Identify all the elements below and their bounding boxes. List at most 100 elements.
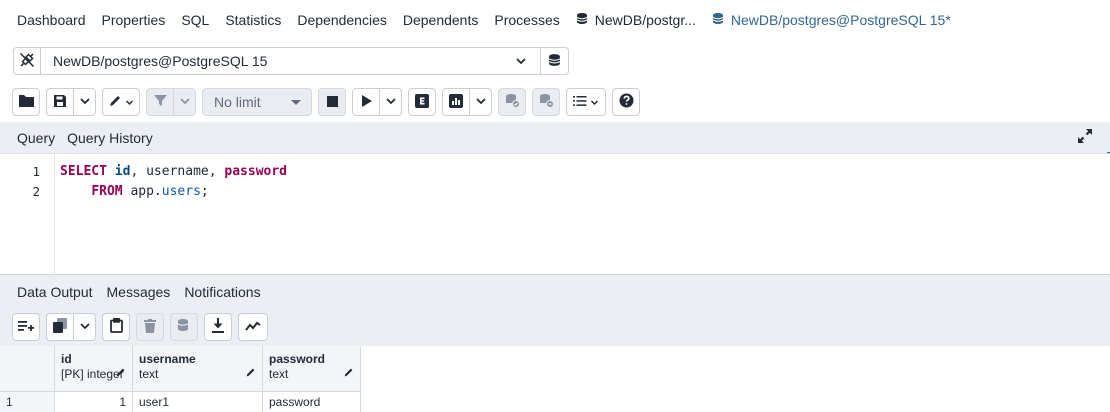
clipboard-icon <box>109 317 123 336</box>
tab-query-tool-1[interactable]: NewDB/postgr... <box>576 0 696 40</box>
column-type: text <box>139 367 159 381</box>
stop-icon <box>326 95 338 110</box>
column-username: username <box>146 164 209 179</box>
trash-icon <box>144 318 156 336</box>
download-button[interactable] <box>204 313 232 341</box>
connection-status-button[interactable] <box>13 47 41 75</box>
save-options-dropdown[interactable] <box>74 88 96 116</box>
graph-visualiser-button[interactable] <box>238 313 268 341</box>
filter-options-dropdown[interactable] <box>174 88 196 116</box>
database-icon <box>548 53 562 70</box>
tab-label: NewDB/postgr... <box>594 12 696 28</box>
table-cell[interactable]: user1 <box>133 392 263 412</box>
tab-dashboard[interactable]: Dashboard <box>17 0 86 40</box>
analyze-chart-icon <box>449 93 463 111</box>
chevron-down-icon <box>179 95 191 110</box>
tab-query-history[interactable]: Query History <box>67 130 153 146</box>
tab-statistics[interactable]: Statistics <box>225 0 281 40</box>
execute-button[interactable] <box>352 88 380 116</box>
keyword-from: FROM <box>91 184 123 199</box>
tab-label: NewDB/postgres@PostgreSQL 15* <box>730 12 951 28</box>
chevron-down-icon <box>385 95 397 110</box>
chevron-down-icon <box>590 95 599 110</box>
stop-query-button[interactable] <box>318 88 346 116</box>
edit-dropdown-button[interactable] <box>102 88 140 116</box>
list-icon <box>573 95 587 110</box>
data-grid: id [PK] integer username text password t… <box>0 346 1110 412</box>
results-toolbar <box>0 308 1110 346</box>
tab-processes[interactable]: Processes <box>494 0 559 40</box>
column-name: password <box>269 352 326 366</box>
tab-properties[interactable]: Properties <box>102 0 166 40</box>
tab-query-tool-active[interactable]: NewDB/postgres@PostgreSQL 15* <box>712 0 951 40</box>
chevron-down-icon <box>514 54 528 71</box>
explain-button[interactable] <box>408 88 436 116</box>
help-button[interactable] <box>612 88 640 116</box>
table-cell[interactable]: password <box>263 392 361 412</box>
save-data-button[interactable] <box>170 313 198 341</box>
macros-dropdown-button[interactable] <box>566 88 606 116</box>
explain-analyze-button[interactable] <box>442 88 470 116</box>
rollback-button[interactable] <box>532 88 560 116</box>
pencil-icon <box>343 366 354 381</box>
keyword-select: SELECT <box>60 164 107 179</box>
tab-sql[interactable]: SQL <box>181 0 209 40</box>
tab-dependents[interactable]: Dependents <box>403 0 479 40</box>
tab-notifications[interactable]: Notifications <box>184 284 260 300</box>
save-icon <box>53 94 67 111</box>
separator: , <box>130 164 147 179</box>
tab-data-output[interactable]: Data Output <box>17 284 93 300</box>
open-file-button[interactable] <box>12 88 40 116</box>
query-tabs-bar: Query Query History <box>0 122 1110 153</box>
pencil-icon <box>245 366 256 381</box>
filter-button[interactable] <box>146 88 174 116</box>
save-file-button[interactable] <box>46 88 74 116</box>
delete-row-button[interactable] <box>136 313 164 341</box>
column-name: id <box>61 352 72 366</box>
tab-messages[interactable]: Messages <box>107 284 171 300</box>
tab-dependencies[interactable]: Dependencies <box>297 0 387 40</box>
chevron-down-icon <box>475 95 487 110</box>
line-number: 1 <box>32 164 40 179</box>
copy-options-dropdown[interactable] <box>74 313 96 341</box>
paste-button[interactable] <box>102 313 130 341</box>
tab-query[interactable]: Query <box>17 130 55 146</box>
row-limit-value: No limit <box>214 94 261 110</box>
statement-end: ; <box>200 184 209 199</box>
expand-icon[interactable] <box>1077 128 1093 147</box>
play-icon <box>361 94 372 110</box>
row-number[interactable]: 1 <box>0 392 55 412</box>
chevron-down-icon <box>79 95 91 110</box>
commit-button[interactable] <box>498 88 526 116</box>
separator: , <box>208 164 225 179</box>
copy-button[interactable] <box>46 313 74 341</box>
line-gutter: 1 2 <box>0 154 55 274</box>
rollback-db-icon <box>539 93 554 111</box>
query-toolbar: No limit <box>0 82 1110 122</box>
results-tabs-bar: Data Output Messages Notifications <box>0 274 1110 308</box>
add-row-button[interactable] <box>12 313 40 341</box>
column-header-id[interactable]: id [PK] integer <box>55 346 133 392</box>
execute-options-dropdown[interactable] <box>380 88 402 116</box>
table-cell[interactable]: 1 <box>55 392 133 412</box>
explain-options-dropdown[interactable] <box>470 88 492 116</box>
question-mark-icon <box>619 93 634 111</box>
column-header-username[interactable]: username text <box>133 346 263 392</box>
commit-db-icon <box>505 93 520 111</box>
line-number: 2 <box>32 184 40 199</box>
database-icon <box>576 12 589 28</box>
connection-value: NewDB/postgres@PostgreSQL 15 <box>53 53 268 69</box>
sql-editor[interactable]: 1 2 SELECT id, username, password FROM a… <box>0 153 1110 274</box>
row-limit-select[interactable]: No limit <box>202 88 312 116</box>
line-chart-icon <box>245 320 261 335</box>
column-type: text <box>269 367 289 381</box>
code-line-2: FROM app.users; <box>60 184 209 199</box>
connection-select[interactable]: NewDB/postgres@PostgreSQL 15 <box>41 47 541 75</box>
column-header-password[interactable]: password text <box>263 346 361 392</box>
chevron-down-icon <box>125 95 134 110</box>
new-connection-button[interactable] <box>541 47 569 75</box>
folder-icon <box>18 94 34 110</box>
explain-icon <box>415 93 429 111</box>
code-line-1: SELECT id, username, password <box>60 164 287 179</box>
main-tab-bar: Dashboard Properties SQL Statistics Depe… <box>0 0 1110 40</box>
